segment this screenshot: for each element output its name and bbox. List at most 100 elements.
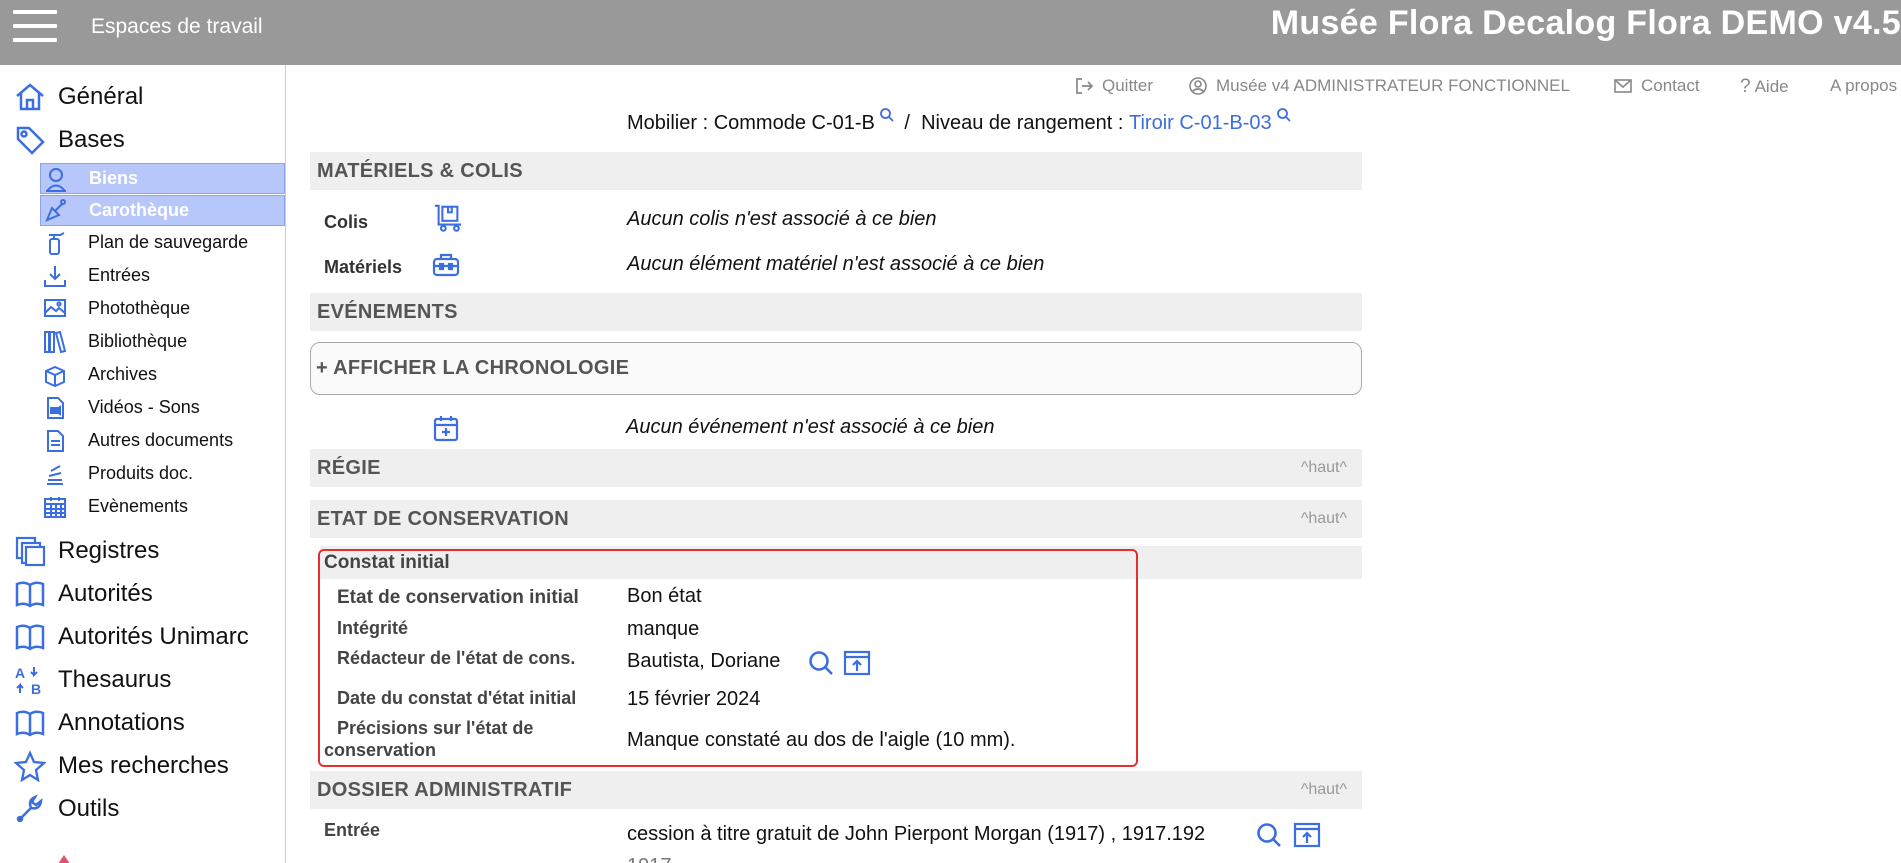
constat-title: Constat initial <box>324 552 450 573</box>
open-external-icon[interactable] <box>1292 820 1322 850</box>
sidebar-item-evenements[interactable]: Evènements <box>40 491 285 522</box>
sidebar-item-produits-doc[interactable]: Produits doc. <box>40 458 285 489</box>
sidebar-item-thesaurus[interactable]: AB Thesaurus <box>12 660 171 700</box>
section-dossier-administratif: DOSSIER ADMINISTRATIF ^haut^ <box>310 771 1362 809</box>
sidebar-item-carotheque[interactable]: Carothèque <box>40 195 285 226</box>
search-icon[interactable] <box>879 106 895 122</box>
date-value: 15 février 2024 <box>627 688 761 710</box>
app-title: Musée Flora Decalog Flora DEMO v4.5 <box>1270 4 1901 42</box>
help-link[interactable]: ? Aide <box>1740 76 1789 98</box>
workspaces-menu[interactable]: Espaces de travail <box>91 15 263 39</box>
sidebar-item-annotations[interactable]: Annotations <box>12 703 185 743</box>
materiels-label: Matériels <box>324 257 403 277</box>
sidebar-item-registres[interactable]: Registres <box>12 531 159 571</box>
colis-label: Colis <box>324 212 369 232</box>
stack-icon <box>40 459 70 489</box>
back-to-top-link[interactable]: ^haut^ <box>1301 459 1347 477</box>
sidebar-item-videos-sons[interactable]: Vidéos - Sons <box>40 392 285 423</box>
materiels-value: Aucun élément matériel n'est associé à c… <box>627 253 1045 275</box>
date-label: Date du constat d'état initial <box>337 688 577 708</box>
image-icon <box>40 294 70 324</box>
sidebar-item-biens[interactable]: Biens <box>40 163 285 194</box>
svg-text:A: A <box>15 665 25 681</box>
hamburger-icon[interactable] <box>13 10 57 44</box>
integrity-value: manque <box>627 618 700 640</box>
chronology-toggle[interactable]: + AFFICHER LA CHRONOLOGIE <box>310 342 1362 395</box>
open-external-icon[interactable] <box>842 648 872 678</box>
registers-icon <box>12 533 48 569</box>
utility-bar: Quitter Musée v4 ADMINISTRATEUR FONCTION… <box>1070 76 1901 100</box>
sidebar-item-archives[interactable]: Archives <box>40 359 285 390</box>
document-icon <box>40 426 70 456</box>
conservation-state-label: Etat de conservation initial <box>337 587 579 608</box>
level-link[interactable]: Tiroir C-01-B-03 <box>1129 112 1272 135</box>
entry-label: Entrée <box>324 820 381 840</box>
extinguisher-icon <box>40 228 70 258</box>
storage-location: Mobilier : Commode C-01-B / Niveau de ra… <box>627 108 1296 135</box>
svg-text:B: B <box>31 681 41 696</box>
about-link[interactable]: A propos <box>1830 76 1897 96</box>
sidebar-item-bibliotheque[interactable]: Bibliothèque <box>40 326 285 357</box>
furniture-label: Mobilier : Commode C-01-B <box>627 112 875 134</box>
envelope-icon <box>1613 76 1633 96</box>
back-to-top-link[interactable]: ^haut^ <box>1301 510 1347 528</box>
logout-icon <box>1074 76 1094 96</box>
books-icon <box>40 327 70 357</box>
star-icon <box>12 748 48 784</box>
wrench-icon <box>12 791 48 827</box>
question-icon: ? <box>1740 76 1751 97</box>
search-icon[interactable] <box>1254 820 1284 850</box>
sidebar-item-autres-documents[interactable]: Autres documents <box>40 425 285 456</box>
back-to-top-link[interactable]: ^haut^ <box>1301 781 1347 799</box>
add-event-icon[interactable] <box>431 413 461 443</box>
sidebar-item-outils[interactable]: Outils <box>12 789 119 829</box>
toolbox-icon[interactable] <box>431 250 461 280</box>
colis-value: Aucun colis n'est associé à ce bien <box>627 208 937 230</box>
video-file-icon <box>40 393 70 423</box>
precisions-label-line1: Précisions sur l'état de <box>337 718 534 738</box>
entry-date-peek: 1917 <box>627 855 672 863</box>
editor-link[interactable]: Bautista, Doriane <box>627 650 780 673</box>
sidebar-item-mes-recherches[interactable]: Mes recherches <box>12 746 229 786</box>
sort-ab-icon: AB <box>12 662 48 698</box>
pen-icon <box>41 196 71 226</box>
home-icon <box>12 79 48 115</box>
entry-value: cession à titre gratuit de John Pierpont… <box>627 823 1206 845</box>
section-materiels-colis: MATÉRIELS & COLIS <box>310 152 1362 190</box>
package-cart-icon[interactable] <box>433 203 463 233</box>
sidebar-item-entrees[interactable]: Entrées <box>40 260 285 291</box>
calendar-icon <box>40 492 70 522</box>
precisions-value: Manque constaté au dos de l'aigle (10 mm… <box>627 729 1016 751</box>
search-icon[interactable] <box>806 648 836 678</box>
sidebar-item-bases[interactable]: Bases <box>12 120 125 160</box>
user-circle-icon <box>1188 76 1208 96</box>
bust-icon <box>41 164 71 194</box>
sidebar-item-general[interactable]: Général <box>12 77 143 117</box>
conservation-state-value: Bon état <box>627 585 702 607</box>
box-icon <box>40 360 70 390</box>
section-regie: RÉGIE ^haut^ <box>310 449 1362 487</box>
level-label: Niveau de rangement : <box>921 112 1129 134</box>
download-icon <box>40 261 70 291</box>
sidebar-item-autorites-unimarc[interactable]: Autorités Unimarc <box>12 617 249 657</box>
events-empty-value: Aucun événement n'est associé à ce bien <box>626 416 995 438</box>
editor-label: Rédacteur de l'état de cons. <box>337 648 576 668</box>
book-open-icon <box>12 619 48 655</box>
user-account-link[interactable]: Musée v4 ADMINISTRATEUR FONCTIONNEL <box>1188 76 1570 96</box>
search-icon[interactable] <box>1276 106 1292 122</box>
integrity-label: Intégrité <box>337 618 409 638</box>
sidebar: Général Bases Biens Carothèque Plan de s… <box>0 65 286 863</box>
precisions-label-line2: conservation <box>324 740 437 760</box>
tag-icon <box>12 122 48 158</box>
location-separator: / <box>898 112 922 134</box>
book-open-icon <box>12 576 48 612</box>
quit-link[interactable]: Quitter <box>1074 76 1153 96</box>
section-etat-conservation: ETAT DE CONSERVATION ^haut^ <box>310 500 1362 538</box>
top-header: Espaces de travail Musée Flora Decalog F… <box>0 0 1901 65</box>
contact-link[interactable]: Contact <box>1613 76 1700 96</box>
sidebar-item-phototheque[interactable]: Photothèque <box>40 293 285 324</box>
book-open-icon <box>12 705 48 741</box>
sidebar-item-autorites[interactable]: Autorités <box>12 574 153 614</box>
section-evenements: EVÉNEMENTS <box>310 293 1362 331</box>
sidebar-item-plan-sauvegarde[interactable]: Plan de sauvegarde <box>40 227 285 258</box>
